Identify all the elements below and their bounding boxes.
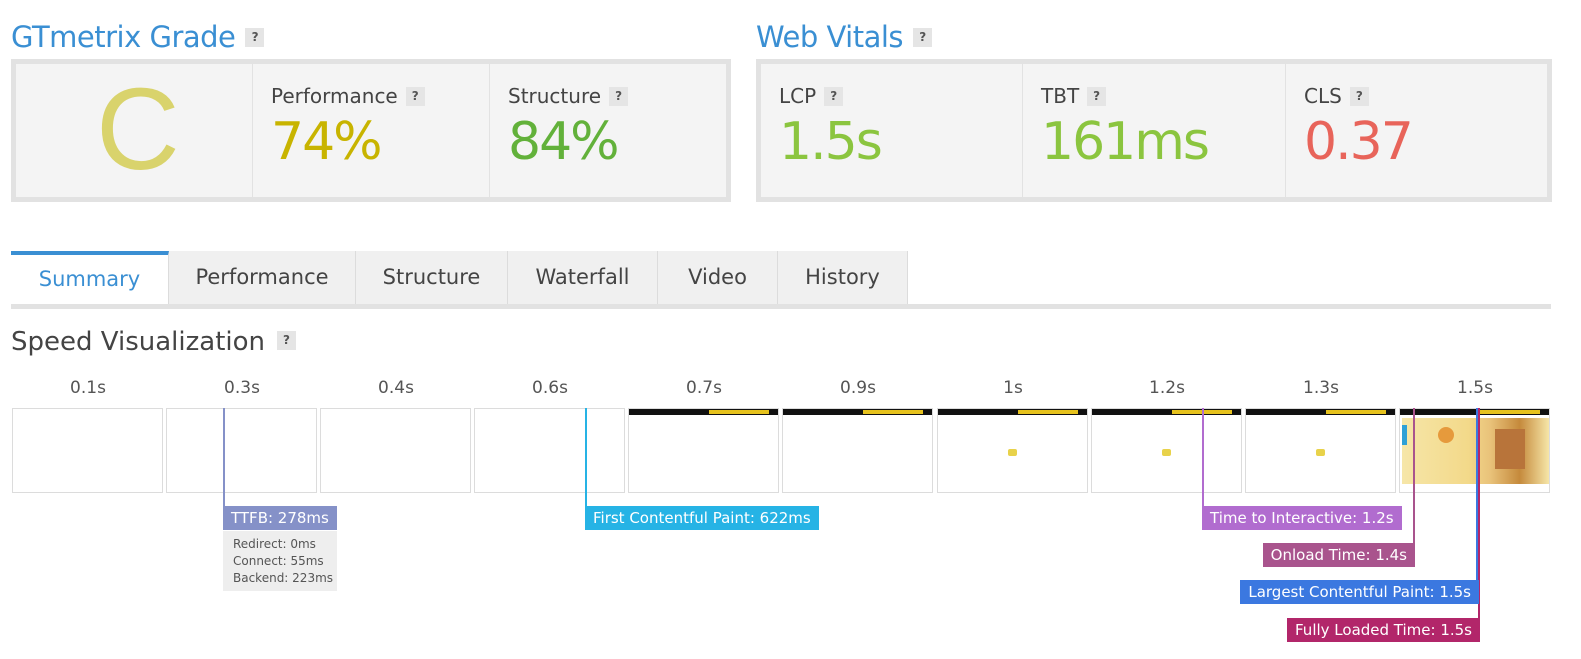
tab-history[interactable]: History <box>778 251 908 304</box>
product-image-thumbnail <box>1495 429 1525 469</box>
help-icon[interactable]: ? <box>277 331 296 350</box>
performance-value: 74% <box>271 112 383 172</box>
redirect-time: Redirect: 0ms <box>233 537 316 551</box>
time-label: 0.9s <box>840 378 876 398</box>
tbt-label-row: TBT? <box>1041 84 1107 108</box>
filmstrip-frame[interactable] <box>1245 408 1396 493</box>
page-header-thumbnail <box>938 409 1087 415</box>
lcp-value: 1.5s <box>779 112 883 172</box>
cls-label-row: CLS? <box>1304 84 1369 108</box>
lcp-tag[interactable]: Largest Contentful Paint: 1.5s <box>1240 580 1479 604</box>
loading-icon <box>1316 449 1325 456</box>
tti-tag[interactable]: Time to Interactive: 1.2s <box>1202 506 1402 530</box>
backend-time: Backend: 223ms <box>233 571 334 585</box>
page-header-thumbnail <box>1400 409 1549 415</box>
fully-loaded-tag[interactable]: Fully Loaded Time: 1.5s <box>1287 618 1480 642</box>
help-icon[interactable]: ? <box>245 27 265 47</box>
lcp-label: LCP <box>779 84 817 108</box>
time-label: 0.7s <box>686 378 722 398</box>
help-icon[interactable]: ? <box>824 87 844 106</box>
filmstrip-frame[interactable] <box>1091 408 1242 493</box>
help-icon[interactable]: ? <box>1349 87 1369 106</box>
page-header-thumbnail <box>783 409 932 415</box>
hero-image-thumbnail <box>1438 427 1454 443</box>
time-label: 1.3s <box>1303 378 1339 398</box>
structure-label: Structure <box>508 84 602 108</box>
grade-letter: C <box>96 64 180 194</box>
gtmetrix-grade-title: GTmetrix Grade? <box>11 20 265 54</box>
onload-tag[interactable]: Onload Time: 1.4s <box>1262 543 1415 567</box>
report-tabs: Summary Performance Structure Waterfall … <box>11 251 1551 309</box>
tti-marker-line <box>1202 408 1204 506</box>
cls-label: CLS <box>1304 84 1342 108</box>
lcp-cell: LCP? 1.5s <box>761 64 1023 197</box>
help-icon[interactable]: ? <box>609 87 629 106</box>
page-header-thumbnail <box>1246 409 1395 415</box>
loading-icon <box>1008 449 1017 456</box>
lcp-label-row: LCP? <box>779 84 844 108</box>
connect-time: Connect: 55ms <box>233 554 324 568</box>
time-label: 1.2s <box>1149 378 1185 398</box>
filmstrip-frame[interactable] <box>782 408 933 493</box>
onload-marker-line <box>1413 408 1415 543</box>
help-icon[interactable]: ? <box>405 87 425 106</box>
structure-cell: Structure? 84% <box>490 64 726 197</box>
speed-visualization-title: Speed Visualization? <box>11 327 296 357</box>
filmstrip-frame[interactable] <box>474 408 625 493</box>
web-vitals-title: Web Vitals? <box>756 20 933 54</box>
side-tab-thumbnail <box>1402 425 1407 445</box>
time-label: 0.3s <box>224 378 260 398</box>
web-vitals-panel: LCP? 1.5s TBT? 161ms CLS? 0.37 <box>756 59 1552 202</box>
ttfb-details: Redirect: 0ms Connect: 55ms Backend: 223… <box>223 531 337 591</box>
performance-label: Performance <box>271 84 398 108</box>
gtmetrix-grade-panel: C Performance? 74% Structure? 84% <box>11 59 731 202</box>
time-label: 0.1s <box>70 378 106 398</box>
tab-performance[interactable]: Performance <box>169 251 356 304</box>
filmstrip-frame[interactable] <box>937 408 1088 493</box>
help-icon[interactable]: ? <box>1087 87 1107 106</box>
time-label: 1s <box>1003 378 1023 398</box>
tab-summary[interactable]: Summary <box>11 251 169 304</box>
performance-label-row: Performance? <box>271 84 425 108</box>
tab-waterfall[interactable]: Waterfall <box>508 251 658 304</box>
filmstrip-frame[interactable] <box>628 408 779 493</box>
web-vitals-title-text: Web Vitals <box>756 20 904 54</box>
performance-cell: Performance? 74% <box>253 64 490 197</box>
tbt-cell: TBT? 161ms <box>1023 64 1286 197</box>
speed-visualization-title-text: Speed Visualization <box>11 327 265 357</box>
grade-cell: C <box>16 64 253 197</box>
gtmetrix-grade-title-text: GTmetrix Grade <box>11 20 236 54</box>
filmstrip-frame[interactable] <box>12 408 163 493</box>
cls-value: 0.37 <box>1304 112 1414 172</box>
loading-icon <box>1162 449 1171 456</box>
time-label: 0.6s <box>532 378 568 398</box>
filmstrip-frame[interactable] <box>320 408 471 493</box>
filmstrip-frame[interactable] <box>166 408 317 493</box>
structure-label-row: Structure? <box>508 84 629 108</box>
tab-video[interactable]: Video <box>658 251 778 304</box>
ttfb-marker-line <box>223 408 225 506</box>
fcp-marker-line <box>585 408 587 506</box>
ttfb-tag[interactable]: TTFB: 278ms <box>223 506 337 530</box>
structure-value: 84% <box>508 112 620 172</box>
time-label: 0.4s <box>378 378 414 398</box>
tab-structure[interactable]: Structure <box>356 251 508 304</box>
help-icon[interactable]: ? <box>913 27 933 47</box>
page-header-thumbnail <box>1092 409 1241 415</box>
page-header-thumbnail <box>629 409 778 415</box>
time-label: 1.5s <box>1457 378 1493 398</box>
tbt-label: TBT <box>1041 84 1080 108</box>
tbt-value: 161ms <box>1041 112 1210 172</box>
filmstrip-frame-loaded[interactable] <box>1399 408 1550 493</box>
fcp-tag[interactable]: First Contentful Paint: 622ms <box>585 506 819 530</box>
cls-cell: CLS? 0.37 <box>1286 64 1547 197</box>
